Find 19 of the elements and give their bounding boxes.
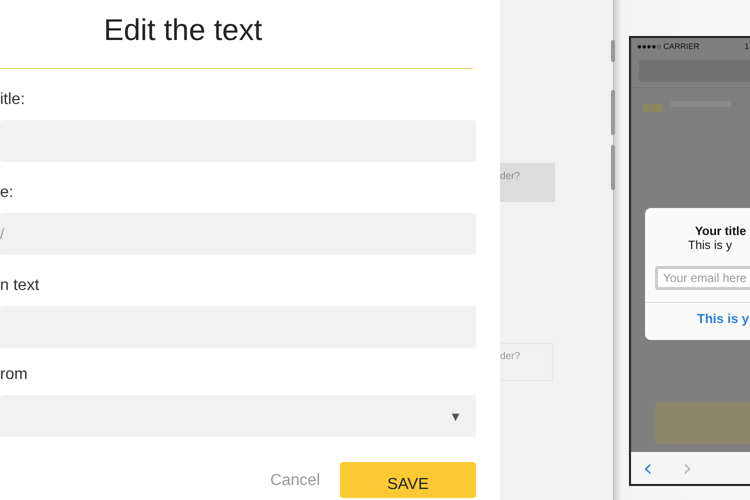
email-field[interactable]: Your email here (655, 266, 750, 290)
dropdown-arrow-icon: ▼ (449, 408, 462, 424)
field-label: rom (0, 366, 29, 385)
carrier-text: ●●●●○ CARRIER (637, 42, 700, 53)
field-label: e: (0, 184, 14, 203)
dialog-title: Edit the text (102, 14, 264, 49)
hint-text: der? (500, 163, 555, 202)
field-label: n text (0, 277, 40, 296)
save-button[interactable]: SAVE (340, 462, 476, 498)
cancel-button[interactable]: Cancel (270, 462, 320, 490)
input-field[interactable]: / (0, 213, 476, 255)
back-button[interactable]: ‹ (643, 456, 653, 480)
dropdown-field[interactable]: ▼ (0, 395, 476, 437)
field-label: itle: (0, 91, 26, 110)
alert-title: Your title (694, 224, 746, 238)
alert-action-button[interactable]: This is y (645, 311, 750, 326)
time-text: 1 (744, 42, 749, 53)
alert-message: This is y (687, 238, 732, 252)
hint-text: der? (500, 343, 553, 381)
